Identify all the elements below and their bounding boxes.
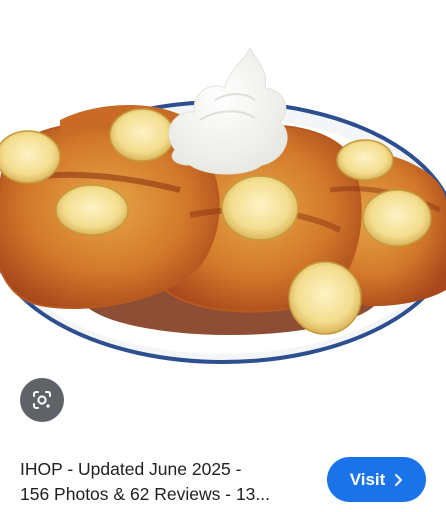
result-title[interactable]: IHOP - Updated June 2025 - 156 Photos & … (20, 457, 310, 507)
result-image[interactable] (0, 0, 446, 372)
chevron-right-icon (395, 473, 403, 486)
image-result-viewer: IHOP - Updated June 2025 - 156 Photos & … (0, 0, 446, 512)
google-lens-button[interactable] (20, 378, 64, 422)
google-lens-icon (33, 391, 51, 409)
french-toast-photo (0, 46, 446, 364)
result-title-line-2: 156 Photos & 62 Reviews - 13... (20, 484, 270, 504)
visit-button-label: Visit (349, 469, 386, 489)
result-title-line-1: IHOP - Updated June 2025 - (20, 459, 242, 479)
visit-button[interactable]: Visit (327, 457, 426, 502)
